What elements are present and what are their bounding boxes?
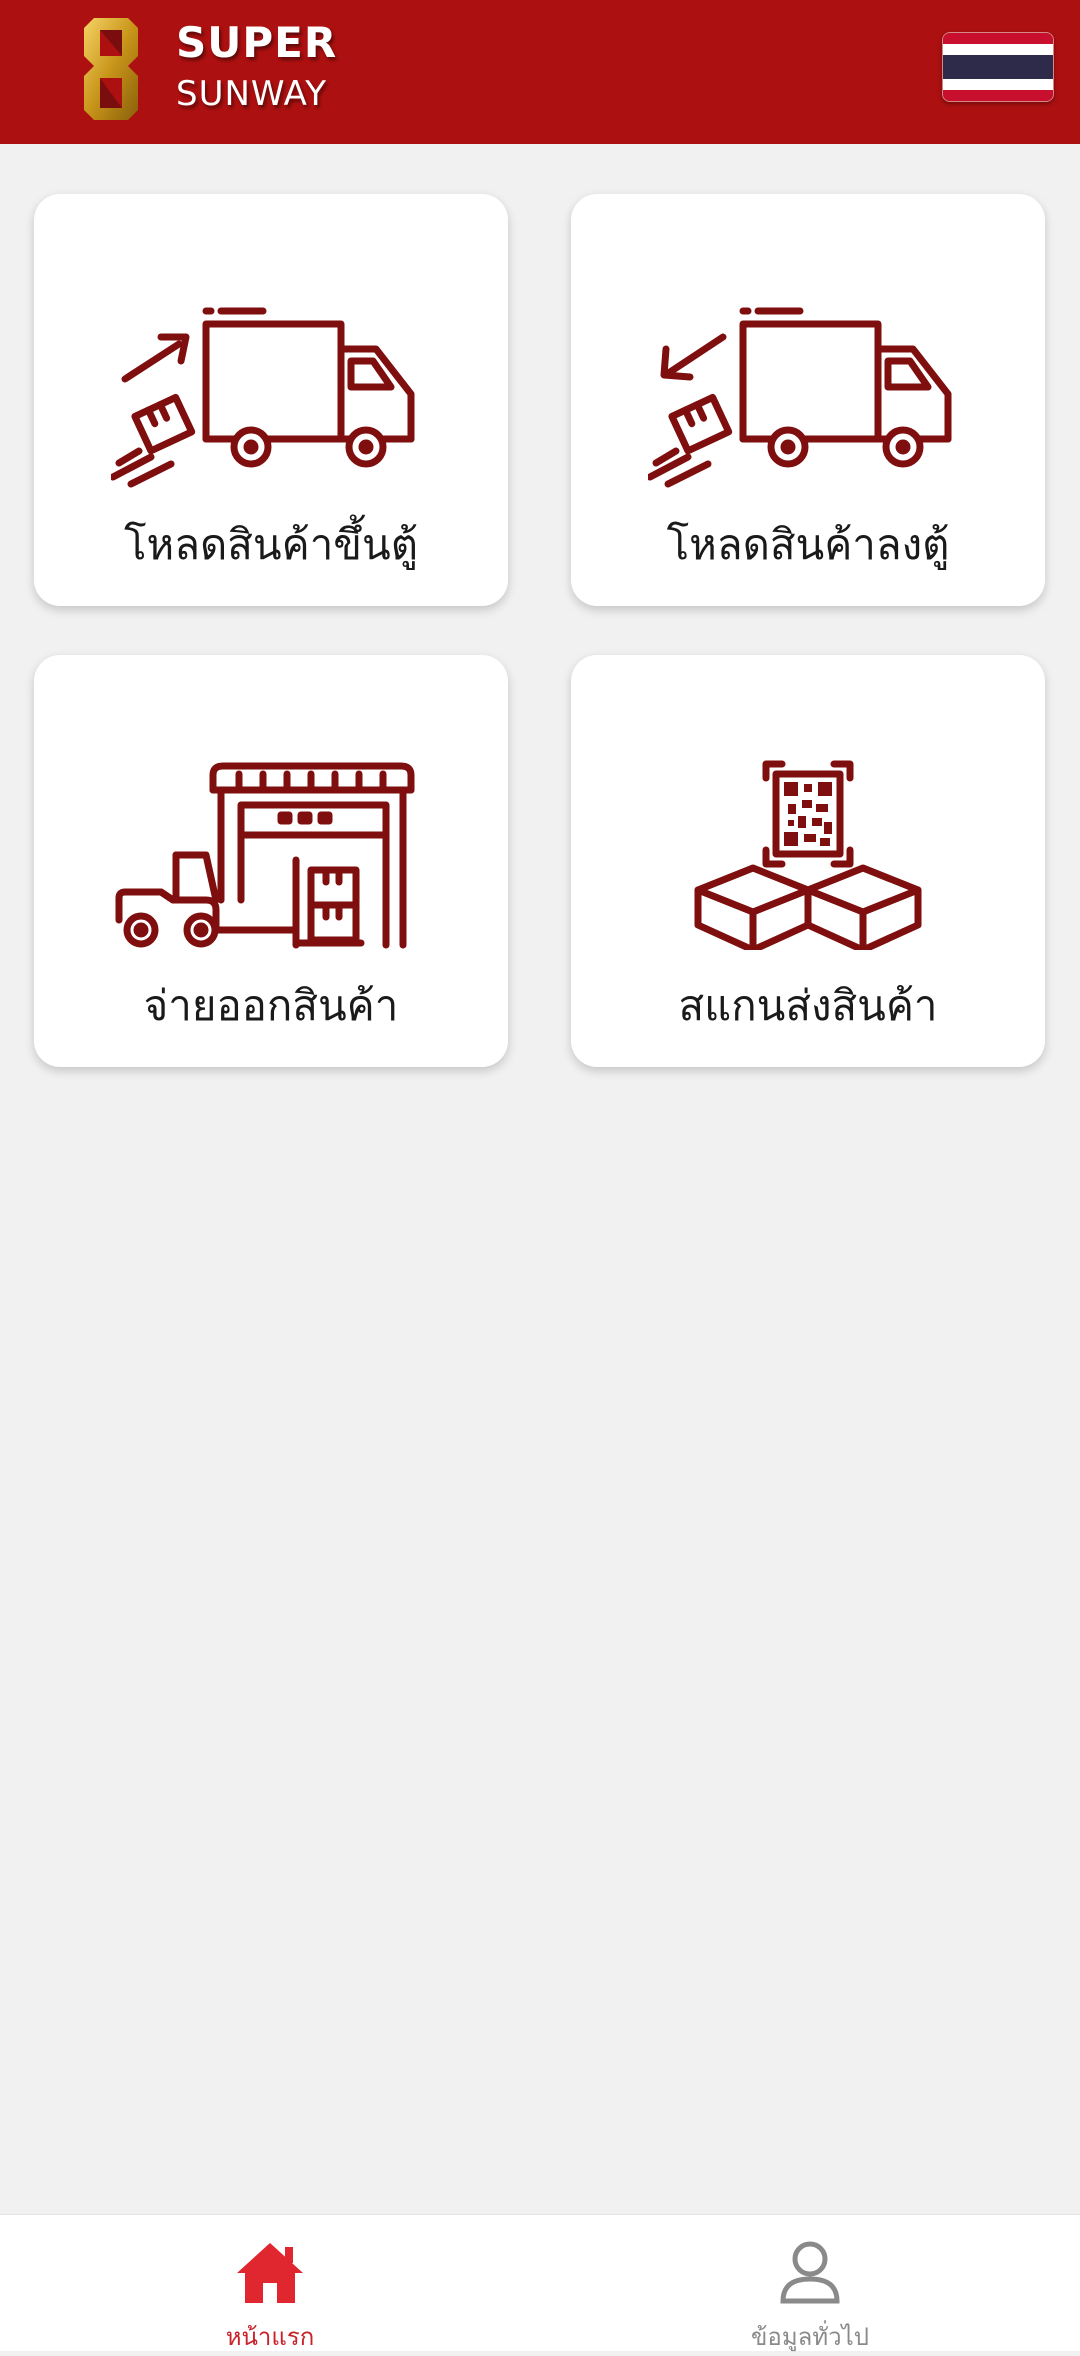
brand-name-line1: SUPER [176,18,338,67]
nav-general-info-label: ข้อมูลทั่วไป [751,2323,869,2351]
truck-unload-icon [648,307,952,488]
super-8-logo [84,18,138,120]
menu-card-label: โหลดสินค้าขึ้นตู้ [124,520,418,569]
menu-card-scan[interactable]: สแกนส่งสินค้า [571,655,1045,1067]
brand-name-line2: SUNWAY [176,74,328,114]
menu-card-unload[interactable]: โหลดสินค้าลงตู้ [571,194,1045,606]
nav-general-info[interactable]: ข้อมูลทั่วไป [540,2215,1080,2351]
menu-card-label: จ่ายออกสินค้า [143,981,399,1030]
truck-load-up-icon [111,307,415,488]
nav-home-label: หน้าแรก [225,2323,315,2351]
app-header: SUPER SUNWAY [0,0,1080,144]
nav-home[interactable]: หน้าแรก [0,2215,540,2351]
menu-card-label: โหลดสินค้าลงตู้ [666,520,950,569]
home-icon [237,2243,303,2303]
qr-boxes-icon [694,760,922,950]
bottom-navigation: หน้าแรก ข้อมูลทั่วไป [0,2214,1080,2351]
thai-flag-icon[interactable] [942,32,1054,102]
warehouse-forklift-icon [115,762,415,949]
menu-card-dispatch[interactable]: จ่ายออกสินค้า [34,655,508,1067]
menu-card-label: สแกนส่งสินค้า [678,981,938,1030]
menu-card-load-up[interactable]: โหลดสินค้าขึ้นตู้ [34,194,508,606]
person-icon [780,2241,840,2304]
